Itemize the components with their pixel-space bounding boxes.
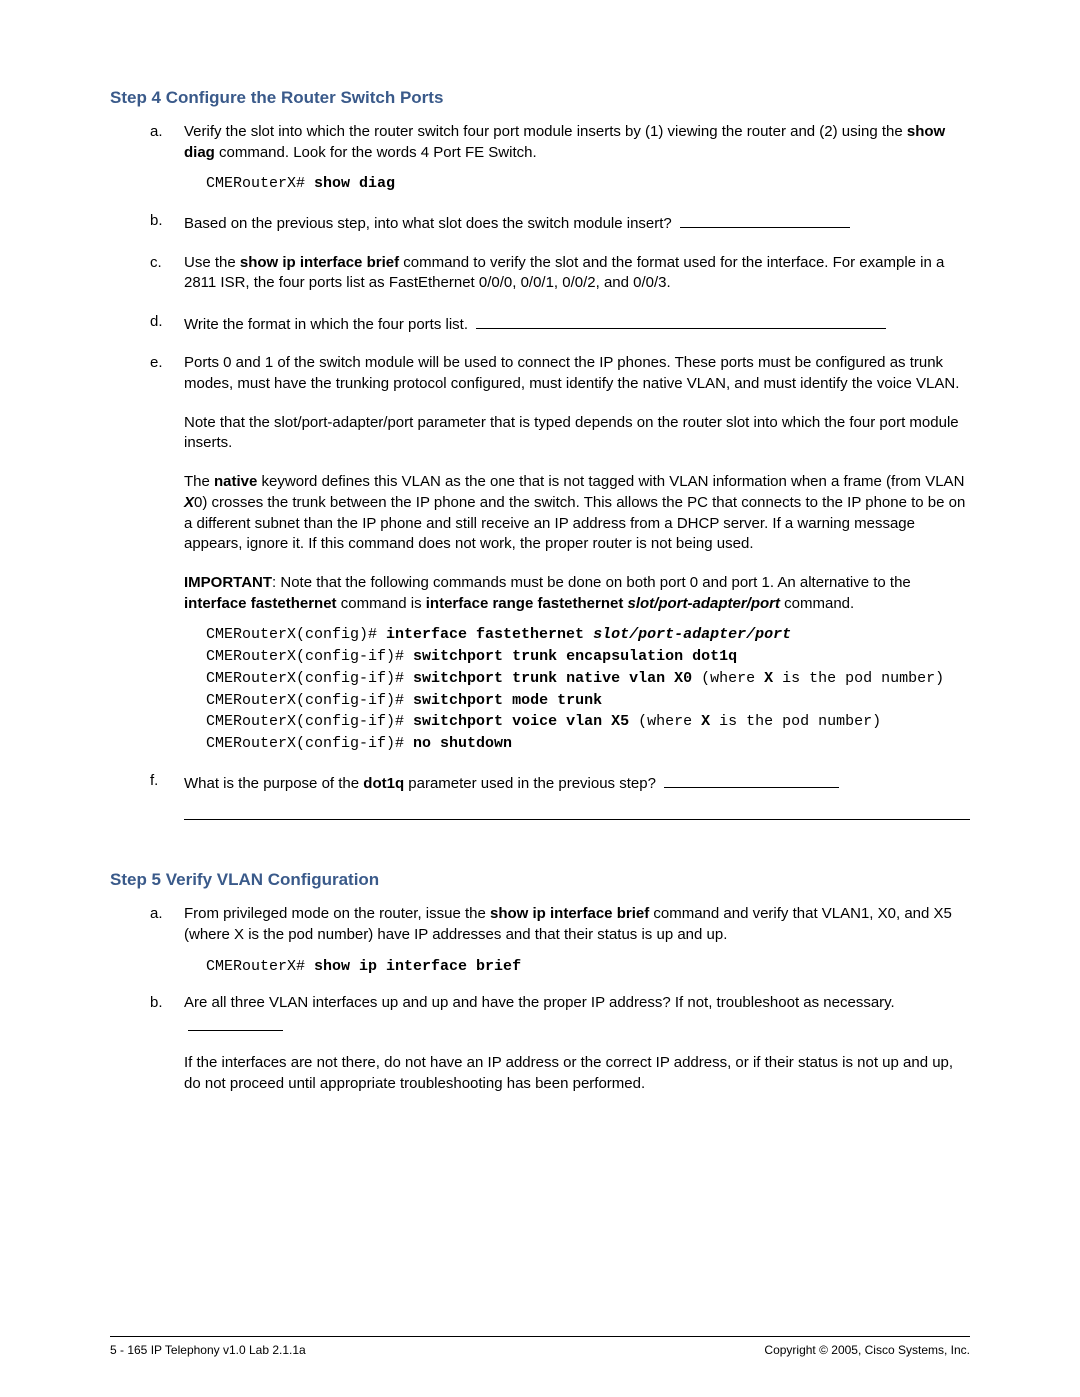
- answer-blank: [188, 1014, 283, 1031]
- list-marker: a.: [150, 122, 168, 203]
- step4-b-text: Based on the previous step, into what sl…: [184, 211, 970, 234]
- step4-item-d: d. Write the format in which the four po…: [150, 312, 970, 345]
- list-marker: a.: [150, 904, 168, 985]
- list-marker: c.: [150, 253, 168, 304]
- step4-e-p1: Ports 0 and 1 of the switch module will …: [184, 353, 970, 394]
- step4-e-p4: IMPORTANT: Note that the following comma…: [184, 573, 970, 614]
- list-marker: b.: [150, 211, 168, 244]
- footer-left: 5 - 165 IP Telephony v1.0 Lab 2.1.1a: [110, 1343, 306, 1357]
- step4-item-e: e. Ports 0 and 1 of the switch module wi…: [150, 353, 970, 762]
- step4-list: a. Verify the slot into which the router…: [150, 122, 970, 820]
- step4-c-text: Use the show ip interface brief command …: [184, 253, 970, 294]
- answer-blank: [476, 312, 886, 329]
- step4-heading: Step 4 Configure the Router Switch Ports: [110, 88, 970, 108]
- step4-a-text: Verify the slot into which the router sw…: [184, 122, 970, 163]
- page-footer: 5 - 165 IP Telephony v1.0 Lab 2.1.1a Cop…: [110, 1336, 970, 1357]
- step4-e-p2: Note that the slot/port-adapter/port par…: [184, 413, 970, 454]
- step5-item-a: a. From privileged mode on the router, i…: [150, 904, 970, 985]
- step5-a-code: CMERouterX# show ip interface brief: [206, 956, 970, 978]
- list-marker: f.: [150, 771, 168, 820]
- step4-f-text: What is the purpose of the dot1q paramet…: [184, 771, 970, 794]
- step4-e-code: CMERouterX(config)# interface fastethern…: [206, 624, 970, 755]
- list-marker: b.: [150, 993, 168, 1105]
- answer-blank: [680, 211, 850, 228]
- step5-list: a. From privileged mode on the router, i…: [150, 904, 970, 1105]
- step5-item-b: b. Are all three VLAN interfaces up and …: [150, 993, 970, 1105]
- answer-blank: [664, 771, 839, 788]
- step5-heading: Step 5 Verify VLAN Configuration: [110, 870, 970, 890]
- step5-b-p2: If the interfaces are not there, do not …: [184, 1053, 970, 1094]
- step4-item-c: c. Use the show ip interface brief comma…: [150, 253, 970, 304]
- step5-a-text: From privileged mode on the router, issu…: [184, 904, 970, 945]
- step5-b-p1: Are all three VLAN interfaces up and up …: [184, 993, 970, 1037]
- step4-a-code: CMERouterX# show diag: [206, 173, 970, 195]
- list-marker: d.: [150, 312, 168, 345]
- step4-e-p3: The native keyword defines this VLAN as …: [184, 472, 970, 555]
- footer-right: Copyright © 2005, Cisco Systems, Inc.: [764, 1343, 970, 1357]
- step4-item-a: a. Verify the slot into which the router…: [150, 122, 970, 203]
- step4-item-f: f. What is the purpose of the dot1q para…: [150, 771, 970, 820]
- list-marker: e.: [150, 353, 168, 762]
- document-page: Step 4 Configure the Router Switch Ports…: [0, 0, 1080, 1397]
- answer-line: [184, 818, 970, 820]
- step4-item-b: b. Based on the previous step, into what…: [150, 211, 970, 244]
- step4-d-text: Write the format in which the four ports…: [184, 312, 970, 335]
